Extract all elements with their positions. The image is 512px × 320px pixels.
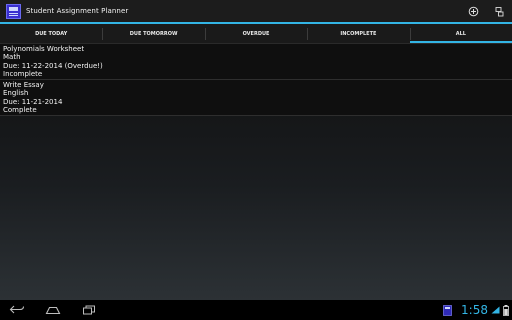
recent-apps-button[interactable] [72, 300, 106, 320]
assignment-status: Incomplete [3, 70, 43, 79]
assignment-subject: English [3, 89, 29, 98]
tab-due-tomorrow[interactable]: DUE TOMORROW [102, 24, 204, 43]
add-assignment-button[interactable] [460, 0, 486, 22]
assignment-subject: Math [3, 53, 21, 62]
overflow-menu-button[interactable] [486, 0, 512, 22]
recent-apps-icon [83, 305, 95, 315]
system-nav-bar: 1:58 [0, 300, 512, 320]
tab-all[interactable]: ALL [409, 24, 512, 43]
wifi-icon [491, 306, 500, 314]
tab-overdue[interactable]: OVERDUE [204, 24, 307, 43]
back-button[interactable] [0, 300, 34, 320]
tab-incomplete[interactable]: INCOMPLETE [307, 24, 409, 43]
status-area: 1:58 [443, 300, 512, 320]
add-circle-icon [468, 6, 478, 16]
tab-bar: DUE TODAY DUE TOMORROW OVERDUE INCOMPLET… [0, 24, 512, 44]
battery-icon [503, 304, 509, 316]
assignment-title: Polynomials Worksheet [3, 45, 85, 53]
tab-due-today[interactable]: DUE TODAY [0, 24, 102, 43]
assignment-item[interactable]: Write Essay English Due: 11-21-2014 Comp… [0, 80, 512, 116]
clock: 1:58 [461, 303, 488, 317]
home-button[interactable] [36, 300, 70, 320]
app-logo-icon[interactable] [6, 3, 21, 19]
assignment-list: Polynomials Worksheet Math Due: 11-22-20… [0, 44, 512, 300]
assignment-status: Complete [3, 106, 37, 115]
action-icons [460, 0, 512, 22]
overflow-menu-icon [495, 6, 503, 16]
action-bar: Student Assignment Planner [0, 0, 512, 22]
back-icon [9, 305, 25, 314]
home-icon [45, 306, 61, 315]
assignment-due-date: Due: 11-21-2014 [3, 97, 63, 106]
assignment-due-date: Due: 11-22-2014 (Overdue!) [3, 61, 103, 70]
app-title: Student Assignment Planner [26, 7, 129, 15]
app-notification-icon [443, 304, 452, 316]
assignment-title: Write Essay [3, 81, 44, 89]
assignment-item[interactable]: Polynomials Worksheet Math Due: 11-22-20… [0, 44, 512, 80]
